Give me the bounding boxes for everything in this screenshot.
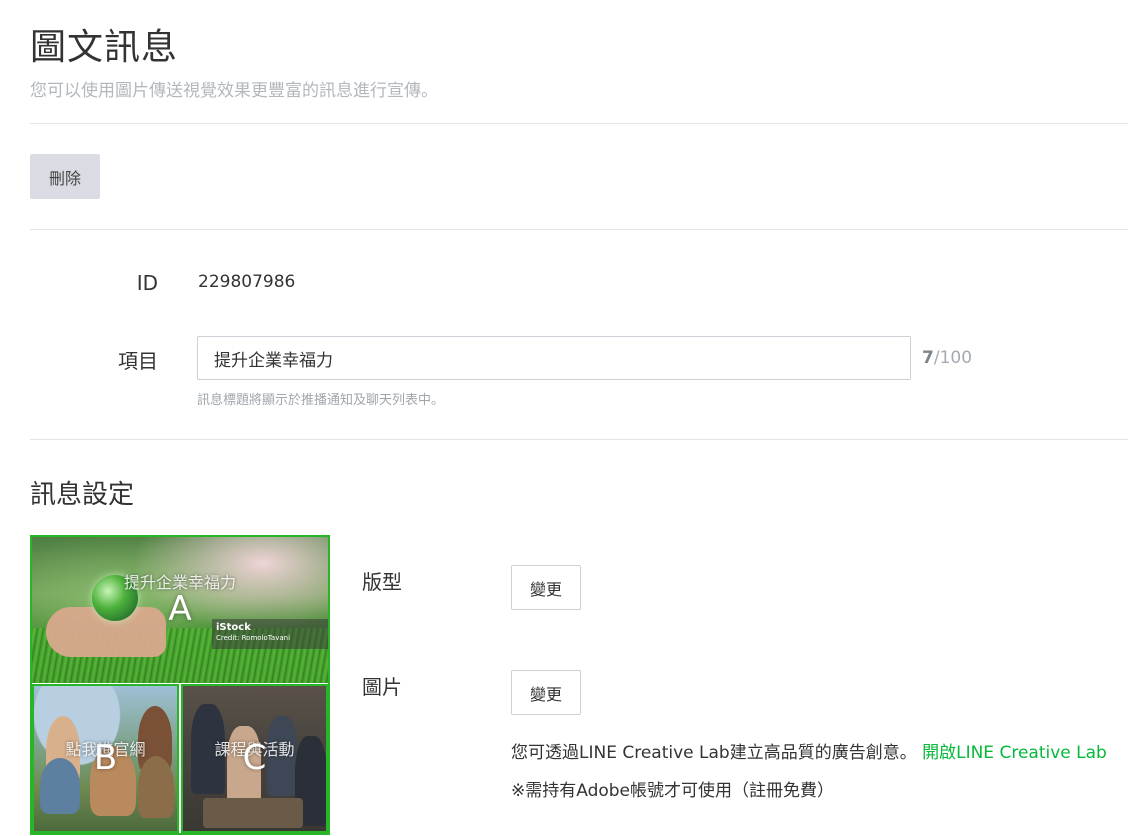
delete-button[interactable]: 刪除 <box>30 154 100 199</box>
area-c[interactable]: 課程與活動 C <box>181 684 328 833</box>
area-b-letter: B <box>93 738 118 778</box>
image-label: 圖片 <box>362 675 402 699</box>
table-surface <box>203 798 303 828</box>
divider <box>30 229 1128 230</box>
char-counter-current: 7 <box>922 348 934 368</box>
section-title: 訊息設定 <box>30 480 135 510</box>
layout-label: 版型 <box>362 570 402 594</box>
area-a-letter: A <box>168 589 192 629</box>
page-subtitle: 您可以使用圖片傳送視覺效果更豐富的訊息進行宣傳。 <box>30 81 438 101</box>
item-label: 項目 <box>118 349 158 373</box>
change-image-button[interactable]: 變更 <box>511 670 581 715</box>
item-hint: 訊息標題將顯示於推播通知及聊天列表中。 <box>197 393 445 408</box>
watermark-credit: Credit: RomoloTavani <box>216 634 291 642</box>
divider <box>30 439 1128 440</box>
page-title: 圖文訊息 <box>30 27 179 68</box>
creative-lab-link[interactable]: 開啟LINE Creative Lab <box>922 743 1107 763</box>
area-b[interactable]: 點我進官網 B <box>32 684 179 833</box>
id-label: ID <box>136 271 158 295</box>
imagemap-preview[interactable]: iStock Credit: RomoloTavani 提升企業幸福力 A 點我… <box>30 535 330 835</box>
char-counter: 7/100 <box>922 348 972 368</box>
item-title-input[interactable] <box>197 336 911 380</box>
id-value: 229807986 <box>198 272 296 292</box>
char-counter-max: /100 <box>933 348 973 368</box>
creative-lab-text: 您可透過LINE Creative Lab建立高品質的廣告創意。 <box>511 743 917 763</box>
adobe-note: ※需持有Adobe帳號才可使用（註冊免費） <box>511 781 835 801</box>
area-a[interactable]: iStock Credit: RomoloTavani 提升企業幸福力 A <box>32 537 328 683</box>
divider <box>30 123 1128 124</box>
creative-lab-info: 您可透過LINE Creative Lab建立高品質的廣告創意。 開啟LINE … <box>511 738 1107 763</box>
area-c-letter: C <box>242 738 267 778</box>
change-layout-button[interactable]: 變更 <box>511 565 581 610</box>
